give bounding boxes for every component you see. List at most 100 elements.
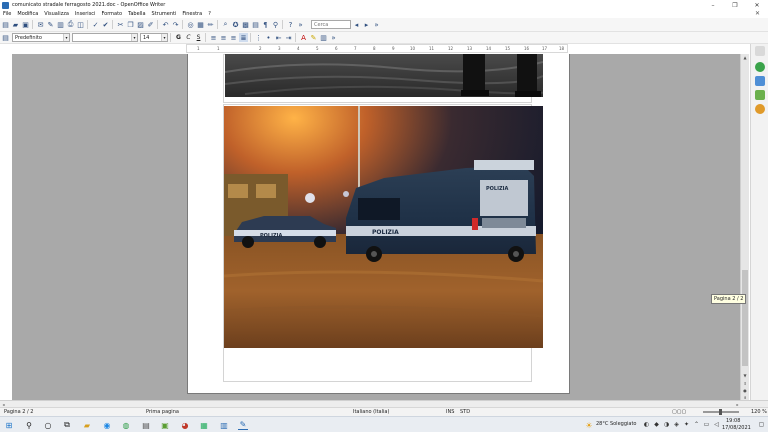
- toolbar-options-icon[interactable]: »: [296, 20, 305, 29]
- scroll-up-icon[interactable]: ▲: [741, 54, 749, 61]
- chrome-icon[interactable]: ◍: [121, 420, 131, 430]
- export-pdf-icon[interactable]: ▥: [56, 20, 65, 29]
- highlight-icon[interactable]: ✎: [309, 33, 318, 42]
- hyperlink-icon[interactable]: ◎: [186, 20, 195, 29]
- styles-formatting-icon[interactable]: ▤: [1, 33, 10, 42]
- menu-inserisci[interactable]: Inserisci: [75, 11, 96, 17]
- status-zoom[interactable]: 120 %: [751, 409, 767, 415]
- menu-tabella[interactable]: Tabella: [128, 11, 145, 17]
- file-explorer-icon[interactable]: ▰: [82, 420, 92, 430]
- navigator-icon[interactable]: ✪: [231, 20, 240, 29]
- sidebar-properties-icon[interactable]: [755, 62, 765, 72]
- font-name-select[interactable]: ▾: [72, 33, 138, 42]
- format-paintbrush-icon[interactable]: ✐: [146, 20, 155, 29]
- open-icon[interactable]: ▰: [11, 20, 20, 29]
- search-icon[interactable]: ⚲: [24, 420, 34, 430]
- tray-icon[interactable]: ◑: [663, 420, 670, 429]
- minimize-button[interactable]: –: [702, 0, 724, 10]
- openoffice-taskbar-icon[interactable]: ✎: [238, 420, 248, 430]
- sidebar-navigator-icon[interactable]: [755, 104, 765, 114]
- bullets-icon[interactable]: •: [264, 33, 273, 42]
- menu-formato[interactable]: Formato: [101, 11, 122, 17]
- numbering-icon[interactable]: ⋮: [254, 33, 263, 42]
- align-right-icon[interactable]: ≡: [229, 33, 238, 42]
- find-previous-icon[interactable]: ◂: [352, 20, 361, 29]
- menu-help[interactable]: ?: [208, 11, 211, 17]
- windows-start-icon[interactable]: ⊞: [4, 420, 14, 430]
- clock-time[interactable]: 19:08: [726, 418, 740, 424]
- menu-file[interactable]: File: [3, 11, 11, 17]
- menu-modifica[interactable]: Modifica: [17, 11, 38, 17]
- font-color-icon[interactable]: A: [299, 33, 308, 42]
- document-workspace[interactable]: POLIZIA POLIZIA POLIZIA: [12, 54, 740, 400]
- zoom-slider-knob[interactable]: [719, 409, 722, 415]
- new-document-icon[interactable]: ▤: [1, 20, 10, 29]
- vertical-scrollbar[interactable]: ▲ ▼ ⇞ ● ⇟: [740, 54, 749, 400]
- tray-icon[interactable]: ✦: [683, 420, 690, 429]
- menu-visualizza[interactable]: Visualizza: [44, 11, 69, 17]
- gallery-icon[interactable]: ▩: [241, 20, 250, 29]
- horizontal-ruler[interactable]: 1 1 2 3 4 5 6 7 8 9 10 11 12 13 14 15 16…: [186, 44, 568, 53]
- close-button[interactable]: ✕: [746, 0, 768, 10]
- document-image-top[interactable]: [225, 54, 543, 97]
- find-replace-icon[interactable]: ⌕: [221, 20, 230, 29]
- view-layout-icon[interactable]: ▢▢▢: [672, 409, 686, 415]
- tray-icon[interactable]: ◈: [673, 420, 680, 429]
- edge-icon[interactable]: ◉: [102, 420, 112, 430]
- save-icon[interactable]: ▣: [21, 20, 30, 29]
- bold-button[interactable]: G: [174, 33, 183, 42]
- horizontal-scrollbar[interactable]: ◂ ▸: [0, 400, 768, 407]
- tray-icon[interactable]: ⌃: [693, 420, 700, 429]
- background-color-icon[interactable]: ▥: [319, 33, 328, 42]
- decrease-indent-icon[interactable]: ⇤: [274, 33, 283, 42]
- network-icon[interactable]: ▭: [703, 420, 710, 429]
- spellcheck-icon[interactable]: ✓: [91, 20, 100, 29]
- status-selection-mode[interactable]: STD: [460, 409, 470, 415]
- status-insert-mode[interactable]: INS: [446, 409, 454, 415]
- cortana-icon[interactable]: ○: [43, 420, 53, 430]
- navigation-icon[interactable]: ●: [741, 387, 749, 394]
- justify-icon[interactable]: ≣: [239, 33, 248, 42]
- app-icon-2[interactable]: ▣: [160, 420, 170, 430]
- openoffice-writer-icon[interactable]: ▥: [219, 420, 229, 430]
- sidebar-menu-icon[interactable]: [755, 46, 765, 56]
- formatting-options-icon[interactable]: »: [329, 33, 338, 42]
- app-icon-1[interactable]: ▤: [141, 420, 151, 430]
- notification-icon[interactable]: ▢: [758, 420, 765, 429]
- task-view-icon[interactable]: ⧉: [62, 420, 72, 430]
- align-left-icon[interactable]: ≡: [209, 33, 218, 42]
- font-size-select[interactable]: 14 ▾: [140, 33, 168, 42]
- app-icon-4[interactable]: ▦: [199, 420, 209, 430]
- sidebar-gallery-icon[interactable]: [755, 90, 765, 100]
- menu-finestra[interactable]: Finestra: [182, 11, 202, 17]
- zoom-slider[interactable]: [703, 409, 739, 415]
- volume-icon[interactable]: ◁: [713, 420, 720, 429]
- zoom-icon[interactable]: ⚲: [271, 20, 280, 29]
- close-document-icon[interactable]: ✕: [755, 10, 760, 17]
- weather-text[interactable]: 28°C Soleggiato: [596, 421, 636, 427]
- paragraph-style-select[interactable]: Predefinito ▾: [12, 33, 70, 42]
- print-preview-icon[interactable]: ◫: [76, 20, 85, 29]
- cut-icon[interactable]: ✂: [116, 20, 125, 29]
- find-input[interactable]: Cerca: [311, 20, 351, 29]
- maximize-button[interactable]: ❐: [724, 0, 746, 10]
- align-center-icon[interactable]: ≡: [219, 33, 228, 42]
- document-page[interactable]: POLIZIA POLIZIA POLIZIA: [187, 54, 570, 394]
- find-next-icon[interactable]: ▸: [362, 20, 371, 29]
- find-toolbar-options-icon[interactable]: »: [372, 20, 381, 29]
- underline-button[interactable]: S: [194, 33, 203, 42]
- italic-button[interactable]: C: [184, 33, 193, 42]
- help-icon[interactable]: ?: [286, 20, 295, 29]
- status-page-count[interactable]: Pagina 2 / 2: [4, 409, 33, 415]
- scroll-down-icon[interactable]: ▼: [741, 372, 749, 379]
- clock-date[interactable]: 17/08/2021: [722, 425, 751, 431]
- increase-indent-icon[interactable]: ⇥: [284, 33, 293, 42]
- app-icon-3[interactable]: ◕: [180, 420, 190, 430]
- nonprinting-chars-icon[interactable]: ¶: [261, 20, 270, 29]
- tray-icon[interactable]: ◐: [643, 420, 650, 429]
- email-icon[interactable]: ✉: [36, 20, 45, 29]
- tray-icon[interactable]: ◆: [653, 420, 660, 429]
- previous-page-icon[interactable]: ⇞: [741, 380, 749, 387]
- copy-icon[interactable]: ❐: [126, 20, 135, 29]
- sidebar-styles-icon[interactable]: [755, 76, 765, 86]
